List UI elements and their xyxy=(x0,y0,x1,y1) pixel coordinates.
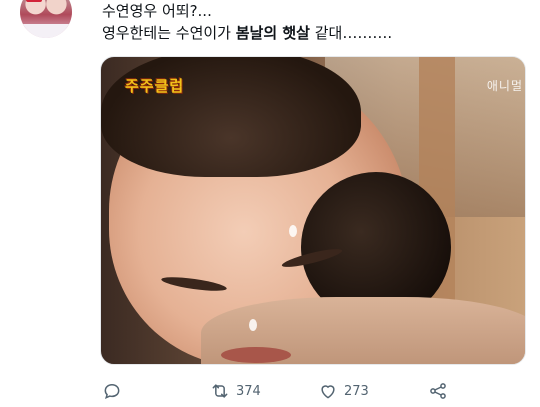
retweet-icon xyxy=(212,384,228,398)
tweet-media-image[interactable]: 주주클럽 애니멀 xyxy=(100,56,526,365)
tweet-actions-bar: 374 273 xyxy=(102,378,522,404)
retweet-count: 374 xyxy=(236,383,261,399)
santa-hat-decoration xyxy=(26,0,42,2)
tweet-text: 수연영우 어뙤?... 영우한테는 수연이가 봄날의 햇살 같대………. xyxy=(102,0,522,44)
tweet-line-2-bold: 봄날의 햇살 xyxy=(235,24,310,42)
avatar-trim xyxy=(20,24,72,38)
like-button[interactable]: 273 xyxy=(318,381,369,401)
user-avatar[interactable] xyxy=(20,0,72,38)
tear-drop xyxy=(289,225,297,237)
tear-drop xyxy=(249,319,257,331)
like-count: 273 xyxy=(344,383,369,399)
retweet-button[interactable]: 374 xyxy=(210,381,261,401)
tweet-line-1: 수연영우 어뙤?... xyxy=(102,2,212,20)
reply-button[interactable] xyxy=(102,381,122,401)
tweet-line-2-suffix: 같대………. xyxy=(309,24,393,42)
tweet-line-2: 영우한테는 수연이가 봄날의 햇살 같대………. xyxy=(102,22,522,44)
share-icon xyxy=(430,383,446,399)
media-watermark-channel: 애니멀 xyxy=(486,79,523,93)
share-button[interactable] xyxy=(428,381,448,401)
reply-icon xyxy=(104,383,120,399)
media-watermark-logo: 주주클럽 xyxy=(125,77,185,95)
tweet-line-2-prefix: 영우한테는 수연이가 xyxy=(102,24,236,42)
heart-icon xyxy=(321,385,335,399)
child-mouth xyxy=(221,347,291,363)
